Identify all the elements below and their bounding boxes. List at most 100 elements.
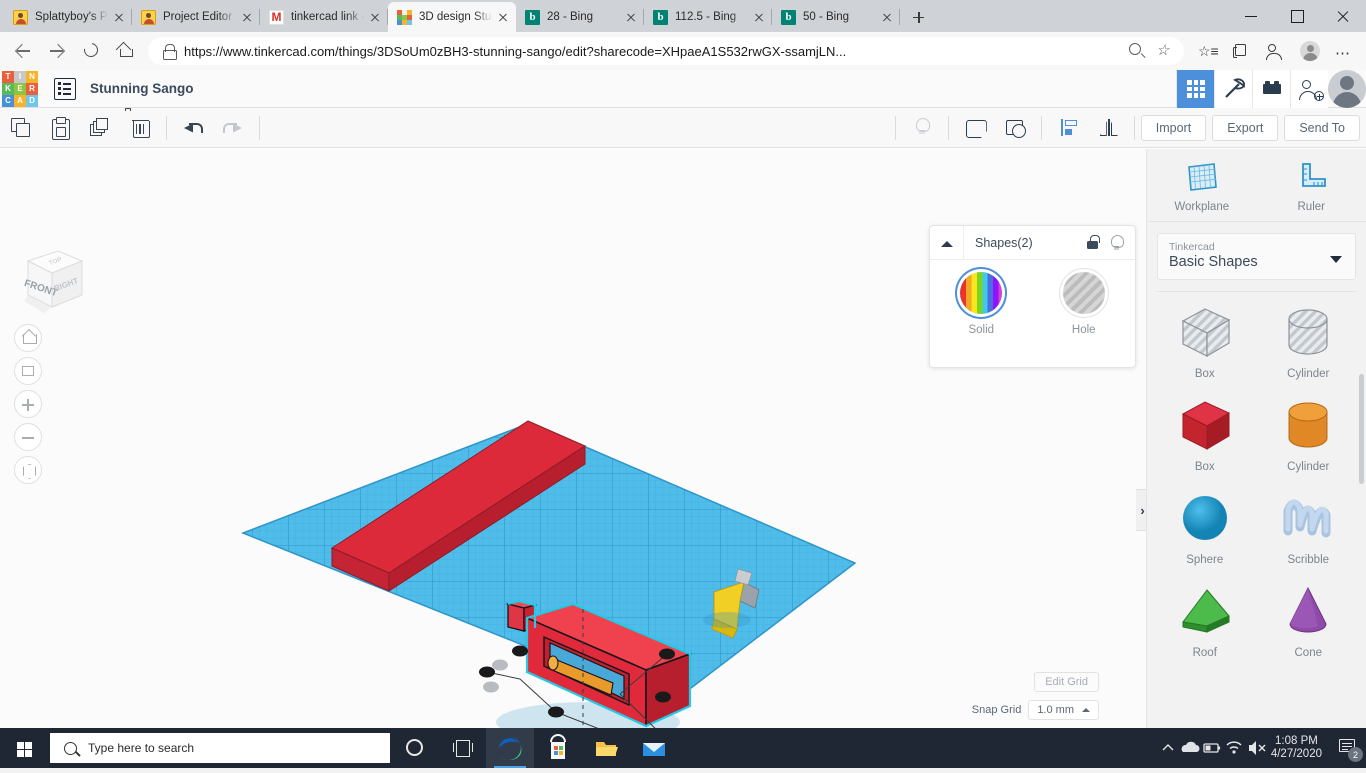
- snap-grid-select[interactable]: 1.0 mm: [1028, 700, 1099, 720]
- shapes-properties-panel[interactable]: Shapes(2) Solid Hole: [929, 225, 1136, 368]
- volume-muted-icon[interactable]: [1245, 728, 1267, 768]
- collapse-icon[interactable]: [930, 226, 964, 259]
- avatar[interactable]: [1328, 70, 1366, 108]
- back-button[interactable]: [6, 36, 40, 66]
- import-button[interactable]: Import: [1141, 115, 1206, 141]
- view-cube[interactable]: FRONT RIGHT TOP: [10, 239, 90, 319]
- close-icon[interactable]: [494, 8, 512, 26]
- workplane-label: Workplane: [1174, 201, 1229, 213]
- orthographic-icon[interactable]: [14, 456, 42, 484]
- close-icon[interactable]: [110, 8, 128, 26]
- collections-icon[interactable]: [1224, 36, 1258, 66]
- close-icon[interactable]: [366, 8, 384, 26]
- browser-tab[interactable]: Project Editor - Ins: [132, 2, 260, 32]
- shape-label: Roof: [1193, 647, 1217, 659]
- shape-item-box[interactable]: Box: [1153, 394, 1257, 473]
- home-view-icon[interactable]: [14, 324, 42, 352]
- browser-tab[interactable]: M tinkercad link - da: [260, 2, 388, 32]
- sidebar-scrollbar[interactable]: [1359, 374, 1364, 484]
- battery-icon[interactable]: [1201, 728, 1223, 768]
- shapes-sidebar: Workplane Ruler Tinkercad Basic Shapes: [1146, 149, 1366, 730]
- ungroup-icon[interactable]: [995, 108, 1035, 148]
- shape-item-roof[interactable]: Roof: [1153, 580, 1257, 659]
- lightbulb-icon[interactable]: [1105, 231, 1129, 255]
- unlock-icon[interactable]: [1081, 231, 1105, 255]
- tinkercad-logo-icon[interactable]: TIN KER CAD: [2, 71, 38, 107]
- forward-button[interactable]: [40, 36, 74, 66]
- start-icon[interactable]: [0, 728, 48, 768]
- close-icon[interactable]: [750, 8, 768, 26]
- shape-item-cone[interactable]: Cone: [1257, 580, 1361, 659]
- grid-view-icon[interactable]: [1176, 70, 1214, 108]
- shape-library-select[interactable]: Tinkercad Basic Shapes: [1157, 233, 1356, 280]
- account-icon[interactable]: [1292, 36, 1326, 66]
- hole-option[interactable]: Hole: [1033, 272, 1136, 336]
- pickaxe-icon[interactable]: [1214, 70, 1252, 108]
- shape-item-box-hole[interactable]: Box: [1153, 301, 1257, 380]
- close-window-button[interactable]: [1320, 0, 1366, 32]
- fit-view-icon[interactable]: [14, 357, 42, 385]
- solid-option[interactable]: Solid: [930, 272, 1033, 336]
- lego-brick-icon[interactable]: [1252, 70, 1290, 108]
- export-button[interactable]: Export: [1212, 115, 1278, 141]
- profile-share-icon[interactable]: [1258, 36, 1292, 66]
- tab-label: Splattyboy's Proje: [35, 11, 110, 23]
- mail-icon[interactable]: [630, 728, 678, 768]
- maximize-button[interactable]: [1274, 0, 1320, 32]
- search-input[interactable]: Type here to search: [50, 733, 390, 763]
- favorites-icon[interactable]: ☆≡: [1190, 36, 1224, 66]
- send-to-button[interactable]: Send To: [1284, 115, 1360, 141]
- add-user-icon[interactable]: [1290, 70, 1328, 108]
- hole-swatch-icon[interactable]: [1063, 272, 1105, 314]
- ruler-tool[interactable]: Ruler: [1257, 161, 1366, 213]
- file-explorer-icon[interactable]: [582, 728, 630, 768]
- zoom-out-icon[interactable]: [1124, 38, 1150, 64]
- align-icon[interactable]: [1048, 108, 1088, 148]
- address-bar[interactable]: https://www.tinkercad.com/things/3DSoUm0…: [148, 37, 1184, 65]
- project-list-icon[interactable]: [54, 78, 76, 100]
- browser-tab[interactable]: b 28 - Bing: [516, 2, 644, 32]
- shapes-panel-body: Solid Hole: [930, 260, 1135, 336]
- workplane-tool[interactable]: Workplane: [1147, 161, 1257, 213]
- close-icon[interactable]: [622, 8, 640, 26]
- snap-grid-row: Snap Grid 1.0 mm: [972, 700, 1099, 720]
- close-icon[interactable]: [238, 8, 256, 26]
- shape-item-sphere[interactable]: Sphere: [1153, 487, 1257, 566]
- duplicate-icon[interactable]: [80, 108, 120, 148]
- sidebar-tools: Workplane Ruler: [1147, 149, 1366, 222]
- microsoft-store-icon[interactable]: [534, 728, 582, 768]
- zoom-in-icon[interactable]: [14, 390, 42, 418]
- home-button[interactable]: [108, 36, 142, 66]
- shape-item-cylinder[interactable]: Cylinder: [1257, 394, 1361, 473]
- task-view-icon[interactable]: [438, 728, 486, 768]
- shape-item-scribble[interactable]: Scribble: [1257, 487, 1361, 566]
- browser-tab[interactable]: Splattyboy's Proje: [4, 2, 132, 32]
- edge-icon[interactable]: [486, 728, 534, 768]
- close-icon[interactable]: [878, 8, 896, 26]
- browser-tab[interactable]: b 50 - Bing: [772, 2, 900, 32]
- show-hidden-icon[interactable]: [1157, 728, 1179, 768]
- onedrive-icon[interactable]: [1179, 728, 1201, 768]
- cortana-icon[interactable]: [390, 728, 438, 768]
- settings-more-icon[interactable]: ⋯: [1326, 36, 1360, 66]
- solid-swatch-icon[interactable]: [960, 272, 1002, 314]
- copy-icon[interactable]: [0, 108, 40, 148]
- shape-item-cylinder-hole[interactable]: Cylinder: [1257, 301, 1361, 380]
- wifi-icon[interactable]: [1223, 728, 1245, 768]
- edit-grid-button[interactable]: Edit Grid: [1034, 672, 1099, 692]
- reload-button[interactable]: [74, 36, 108, 66]
- mirror-icon[interactable]: [1088, 108, 1128, 148]
- group-icon[interactable]: [955, 108, 995, 148]
- star-icon[interactable]: ☆: [1150, 38, 1176, 64]
- browser-tab[interactable]: b 112.5 - Bing: [644, 2, 772, 32]
- browser-tab-active[interactable]: 3D design Stunnin: [388, 2, 516, 32]
- minimize-button[interactable]: [1228, 0, 1274, 32]
- undo-icon[interactable]: [173, 108, 213, 148]
- clock[interactable]: 1:08 PM 4/27/2020: [1271, 735, 1322, 761]
- new-tab-button[interactable]: [904, 3, 932, 31]
- delete-icon[interactable]: [120, 108, 160, 148]
- paste-icon[interactable]: [40, 108, 80, 148]
- notifications-button[interactable]: 2: [1332, 728, 1366, 768]
- zoom-out-icon[interactable]: [14, 423, 42, 451]
- clock-time: 1:08 PM: [1271, 735, 1322, 748]
